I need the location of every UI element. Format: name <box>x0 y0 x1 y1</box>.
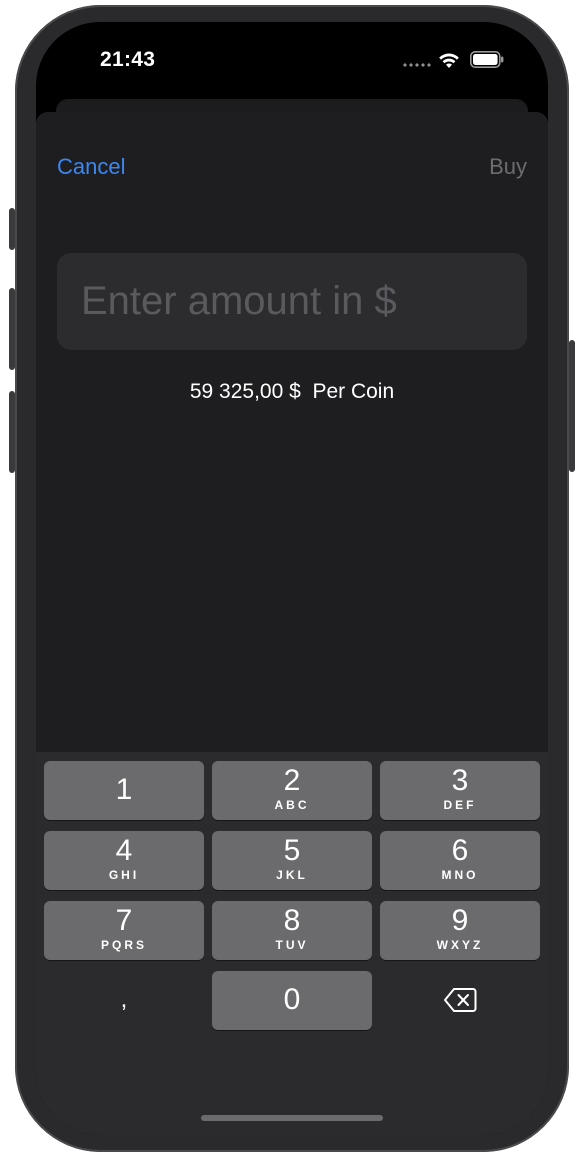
key-letters: ABC <box>274 798 310 812</box>
key-digit: 7 <box>115 904 133 937</box>
side-button-silent <box>9 208 15 250</box>
cancel-button[interactable]: Cancel <box>57 154 125 180</box>
battery-icon <box>470 51 504 68</box>
wifi-icon <box>439 53 459 68</box>
price-per-coin: 59 325,00 $ Per Coin <box>189 380 395 403</box>
key-decimal-comma[interactable]: , <box>44 971 204 1030</box>
key-2[interactable]: 2 ABC <box>212 761 372 820</box>
key-letters: JKL <box>276 868 308 882</box>
key-digit: 8 <box>283 904 301 937</box>
key-digit: 9 <box>451 904 469 937</box>
key-digit: 1 <box>115 773 133 806</box>
key-letters: PQRS <box>100 938 147 952</box>
key-5[interactable]: 5 JKL <box>212 831 372 890</box>
key-4[interactable]: 4 GHI <box>44 831 204 890</box>
key-letters: WXYZ <box>436 938 484 952</box>
key-digit: 6 <box>451 834 469 867</box>
key-0[interactable]: 0 <box>212 971 372 1030</box>
key-letters: MNO <box>441 868 479 882</box>
amount-field[interactable] <box>57 253 527 350</box>
cellular-signal-icon <box>402 63 432 67</box>
side-button-volume-down <box>9 391 15 473</box>
home-indicator[interactable] <box>201 1115 383 1121</box>
key-letters: TUV <box>275 938 309 952</box>
key-digit: 0 <box>283 983 301 1016</box>
key-7[interactable]: 7 PQRS <box>44 901 204 960</box>
key-6[interactable]: 6 MNO <box>380 831 540 890</box>
delete-backspace-icon <box>444 988 477 1012</box>
buy-button[interactable]: Buy <box>489 154 527 180</box>
delete-key[interactable] <box>380 971 540 1030</box>
key-3[interactable]: 3 DEF <box>380 761 540 820</box>
side-button-volume-up <box>9 288 15 370</box>
side-button-power <box>569 340 575 472</box>
key-8[interactable]: 8 TUV <box>212 901 372 960</box>
key-letters: GHI <box>108 868 140 882</box>
numeric-keypad: 1 2 ABC 3 DEF 4 GHI 5 JKL 6 MNO 7 PQRS 8… <box>36 752 548 1135</box>
key-digit: 5 <box>283 834 301 867</box>
key-digit: , <box>120 986 128 1013</box>
key-9[interactable]: 9 WXYZ <box>380 901 540 960</box>
key-digit: 3 <box>451 764 469 797</box>
key-1[interactable]: 1 <box>44 761 204 820</box>
screen: 21:43 Cancel Buy 59 325,00 $ Per Coin 1 … <box>36 22 548 1135</box>
key-digit: 2 <box>283 764 301 797</box>
key-digit: 4 <box>115 834 133 867</box>
status-time: 21:43 <box>100 48 156 71</box>
amount-input[interactable] <box>79 278 505 325</box>
key-letters: DEF <box>443 798 477 812</box>
